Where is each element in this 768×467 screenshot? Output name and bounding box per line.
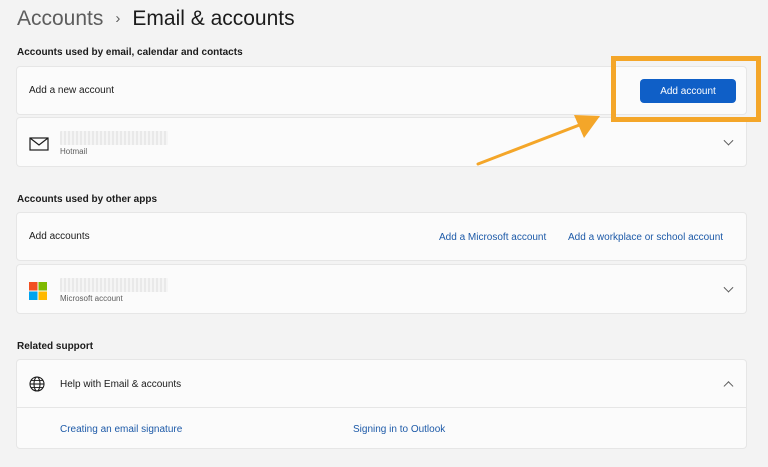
help-email-accounts-row[interactable]: Help with Email & accounts xyxy=(17,360,746,408)
add-work-school-account-link[interactable]: Add a workplace or school account xyxy=(568,232,723,243)
section-title-other-apps: Accounts used by other apps xyxy=(17,194,158,205)
mail-icon xyxy=(29,137,49,156)
page-title: Email & accounts xyxy=(132,7,295,30)
creating-email-signature-link[interactable]: Creating an email signature xyxy=(60,424,182,435)
account-type-label: Microsoft account xyxy=(60,294,123,303)
globe-icon xyxy=(29,376,45,397)
add-microsoft-account-link[interactable]: Add a Microsoft account xyxy=(439,232,546,243)
highlight-box xyxy=(611,56,761,122)
settings-page: Accounts › Email & accounts Accounts use… xyxy=(0,0,768,467)
breadcrumb-accounts[interactable]: Accounts xyxy=(17,5,103,33)
chevron-up-icon[interactable] xyxy=(723,380,734,391)
redacted-email xyxy=(60,131,168,145)
related-support-card: Help with Email & accounts Creating an e… xyxy=(16,359,747,449)
breadcrumb: Accounts › Email & accounts xyxy=(17,5,295,33)
help-email-accounts-label: Help with Email & accounts xyxy=(60,379,182,390)
add-accounts-label: Add accounts xyxy=(29,231,90,242)
signing-in-outlook-link[interactable]: Signing in to Outlook xyxy=(353,424,445,435)
redacted-email xyxy=(60,278,168,292)
add-new-account-label: Add a new account xyxy=(29,85,115,96)
microsoft-account-text: Microsoft account xyxy=(60,278,168,303)
section-title-email: Accounts used by email, calendar and con… xyxy=(17,47,243,58)
annotation-arrow-icon xyxy=(476,115,600,166)
account-type-label: Hotmail xyxy=(60,147,88,156)
section-title-related-support: Related support xyxy=(17,341,94,352)
hotmail-account-text: Hotmail xyxy=(60,131,168,156)
microsoft-account-row[interactable]: Microsoft account xyxy=(16,264,747,314)
microsoft-logo xyxy=(29,282,47,305)
hotmail-account-row[interactable]: Hotmail xyxy=(16,117,747,167)
breadcrumb-separator-icon: › xyxy=(115,10,121,27)
chevron-down-icon[interactable] xyxy=(723,282,734,293)
chevron-down-icon[interactable] xyxy=(723,135,734,146)
